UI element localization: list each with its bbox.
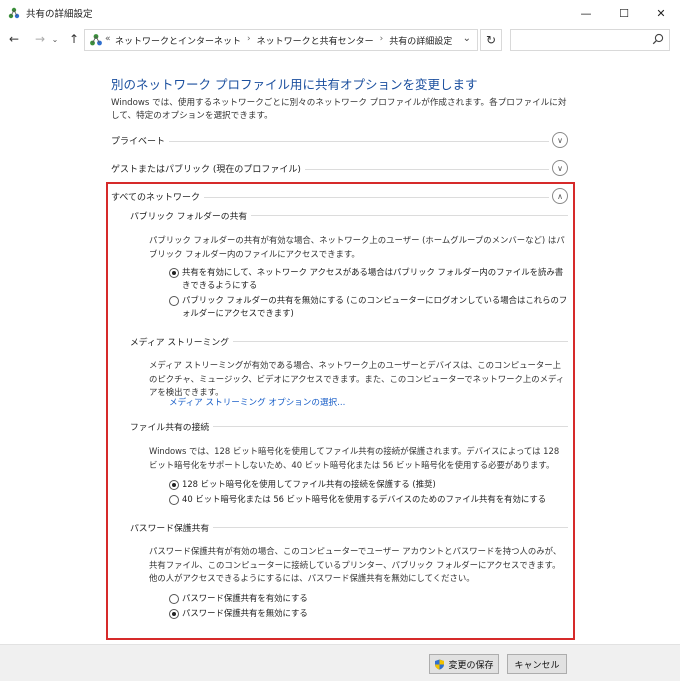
media-streaming-heading: メディア ストリーミング: [130, 335, 568, 349]
subsection-title: パブリック フォルダーの共有: [130, 209, 252, 222]
save-changes-button[interactable]: 変更の保存: [429, 654, 499, 674]
public-folder-disable-option[interactable]: パブリック フォルダーの共有を無効にする (このコンピューターにログオンしている…: [169, 294, 569, 320]
radio-label[interactable]: パブリック フォルダーの共有を無効にする (このコンピューターにログオンしている…: [182, 294, 569, 320]
close-button[interactable]: ✕: [643, 0, 679, 26]
subsection-title: ファイル共有の接続: [130, 420, 214, 433]
password-sharing-disable-option[interactable]: パスワード保護共有を無効にする: [169, 607, 569, 620]
forward-arrow-icon[interactable]: →: [32, 30, 48, 48]
media-streaming-description: メディア ストリーミングが有効である場合、ネットワーク上のユーザーとデバイスは、…: [149, 360, 565, 397]
radio-label[interactable]: パスワード保護共有を有効にする: [182, 592, 308, 605]
radio-unchecked-icon[interactable]: [169, 594, 179, 604]
page-title: 別のネットワーク プロファイル用に共有オプションを変更します: [111, 77, 478, 92]
footer-bar: 変更の保存 キャンセル: [0, 644, 680, 681]
profile-all-networks[interactable]: すべてのネットワーク ∧: [111, 188, 571, 206]
profile-guest-public[interactable]: ゲストまたはパブリック (現在のプロファイル) ∨: [111, 160, 571, 178]
up-arrow-icon[interactable]: ↑: [66, 30, 82, 48]
password-sharing-heading: パスワード保護共有: [130, 521, 568, 535]
search-input[interactable]: [510, 29, 670, 51]
file-sharing-description: Windows では、128 ビット暗号化を使用してファイル共有の接続が保護され…: [149, 446, 560, 470]
radio-checked-icon[interactable]: [169, 609, 179, 619]
breadcrumb-item-advanced-sharing[interactable]: 共有の詳細設定: [389, 34, 452, 47]
intro-text: Windows では、使用するネットワークごとに別々のネットワーク プロファイル…: [111, 98, 567, 121]
address-dropdown-icon[interactable]: ⌄: [463, 33, 471, 44]
subsection-title: パスワード保護共有: [130, 521, 214, 534]
breadcrumb-separator-icon[interactable]: ›: [380, 34, 384, 47]
breadcrumb-overflow-icon[interactable]: «: [105, 34, 111, 44]
radio-label[interactable]: パスワード保護共有を無効にする: [182, 607, 308, 620]
recent-locations-chevron-icon[interactable]: ⌄: [47, 30, 63, 48]
radio-unchecked-icon[interactable]: [169, 296, 179, 306]
cancel-button[interactable]: キャンセル: [507, 654, 567, 674]
breadcrumb-item-network-internet[interactable]: ネットワークとインターネット: [115, 34, 241, 47]
radio-checked-icon[interactable]: [169, 268, 179, 278]
encryption-40-56-option[interactable]: 40 ビット暗号化または 56 ビット暗号化を使用するデバイスのためのファイル共…: [169, 493, 569, 506]
network-app-icon: [8, 7, 20, 19]
profile-label-private: プライベート: [111, 134, 170, 147]
navigation-bar: ← → ⌄ ↑ « ネットワークとインターネット › ネットワークと共有センター…: [0, 28, 680, 52]
title-bar: 共有の詳細設定 — ☐ ✕: [0, 0, 680, 26]
address-bar[interactable]: « ネットワークとインターネット › ネットワークと共有センター › 共有の詳細…: [84, 29, 478, 51]
uac-shield-icon: [435, 659, 445, 670]
profile-private[interactable]: プライベート ∨: [111, 132, 571, 150]
expand-chevron-icon[interactable]: ∨: [552, 132, 568, 148]
radio-checked-icon[interactable]: [169, 480, 179, 490]
public-folder-heading: パブリック フォルダーの共有: [130, 209, 568, 223]
divider: [111, 141, 549, 142]
profile-label-all-networks: すべてのネットワーク: [111, 190, 205, 203]
network-location-icon: [90, 34, 102, 46]
radio-label[interactable]: 128 ビット暗号化を使用してファイル共有の接続を保護する (推奨): [182, 478, 436, 491]
breadcrumb-separator-icon[interactable]: ›: [247, 34, 251, 47]
encryption-128-option[interactable]: 128 ビット暗号化を使用してファイル共有の接続を保護する (推奨): [169, 478, 569, 491]
profile-label-guest-public: ゲストまたはパブリック (現在のプロファイル): [111, 162, 305, 175]
main-content: 別のネットワーク プロファイル用に共有オプションを変更します Windows で…: [0, 56, 680, 644]
maximize-button[interactable]: ☐: [606, 0, 642, 26]
expand-chevron-icon[interactable]: ∨: [552, 160, 568, 176]
back-arrow-icon[interactable]: ←: [6, 30, 22, 48]
search-icon: [652, 33, 664, 45]
password-sharing-enable-option[interactable]: パスワード保護共有を有効にする: [169, 592, 569, 605]
window-title: 共有の詳細設定: [26, 9, 93, 20]
media-streaming-options-link[interactable]: メディア ストリーミング オプションの選択...: [169, 396, 345, 408]
subsection-title: メディア ストリーミング: [130, 335, 233, 348]
breadcrumb-item-sharing-center[interactable]: ネットワークと共有センター: [257, 34, 374, 47]
file-sharing-heading: ファイル共有の接続: [130, 420, 568, 434]
radio-unchecked-icon[interactable]: [169, 495, 179, 505]
radio-label[interactable]: 共有を有効にして、ネットワーク アクセスがある場合はパブリック フォルダー内のフ…: [182, 266, 569, 292]
minimize-button[interactable]: —: [568, 0, 604, 26]
public-folder-description: パブリック フォルダーの共有が有効な場合、ネットワーク上のユーザー (ホームグル…: [149, 235, 565, 259]
collapse-chevron-icon[interactable]: ∧: [552, 188, 568, 204]
refresh-button[interactable]: ↻: [480, 29, 502, 51]
save-changes-label[interactable]: 変更の保存: [448, 658, 493, 671]
breadcrumb: ネットワークとインターネット › ネットワークと共有センター › 共有の詳細設定: [115, 34, 452, 47]
password-sharing-description: パスワード保護共有が有効の場合、このコンピューターでユーザー アカウントとパスワ…: [149, 546, 562, 583]
radio-label[interactable]: 40 ビット暗号化または 56 ビット暗号化を使用するデバイスのためのファイル共…: [182, 493, 546, 506]
public-folder-enable-option[interactable]: 共有を有効にして、ネットワーク アクセスがある場合はパブリック フォルダー内のフ…: [169, 266, 569, 292]
